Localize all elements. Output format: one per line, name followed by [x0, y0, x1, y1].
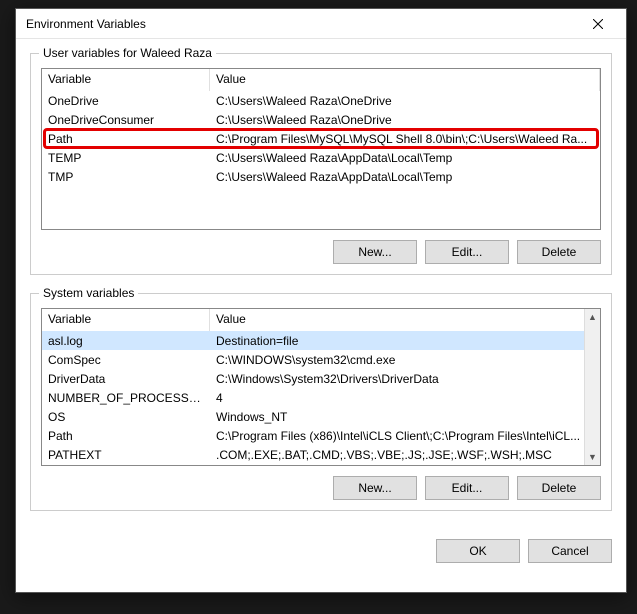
- close-icon: [593, 19, 603, 29]
- ok-button[interactable]: OK: [436, 539, 520, 563]
- user-variables-legend: User variables for Waleed Raza: [39, 46, 216, 60]
- cell-value: Destination=file: [210, 334, 600, 348]
- cell-value: C:\Program Files (x86)\Intel\iCLS Client…: [210, 429, 600, 443]
- scroll-down-icon[interactable]: ▼: [585, 449, 600, 465]
- header-value[interactable]: Value: [210, 69, 600, 91]
- cell-value: Windows_NT: [210, 410, 600, 424]
- cell-variable: OS: [42, 410, 210, 424]
- cell-variable: ComSpec: [42, 353, 210, 367]
- cell-value: C:\Users\Waleed Raza\OneDrive: [210, 94, 600, 108]
- cell-variable: OneDriveConsumer: [42, 113, 210, 127]
- scroll-up-icon[interactable]: ▲: [585, 309, 600, 325]
- header-variable[interactable]: Variable: [42, 69, 210, 91]
- user-variables-group: User variables for Waleed Raza Variable …: [30, 53, 612, 275]
- system-variables-group: System variables Variable Value asl.logD…: [30, 293, 612, 511]
- cell-variable: TMP: [42, 170, 210, 184]
- system-rows: asl.logDestination=fileComSpecC:\WINDOWS…: [42, 331, 600, 464]
- close-button[interactable]: [578, 10, 618, 38]
- cell-variable: Path: [42, 429, 210, 443]
- cell-value: C:\WINDOWS\system32\cmd.exe: [210, 353, 600, 367]
- system-variables-list[interactable]: Variable Value asl.logDestination=fileCo…: [41, 308, 601, 466]
- system-edit-button[interactable]: Edit...: [425, 476, 509, 500]
- cell-value: C:\Users\Waleed Raza\AppData\Local\Temp: [210, 170, 600, 184]
- table-row[interactable]: ComSpecC:\WINDOWS\system32\cmd.exe: [42, 350, 600, 369]
- titlebar[interactable]: Environment Variables: [16, 9, 626, 39]
- environment-variables-dialog: Environment Variables User variables for…: [15, 8, 627, 593]
- cell-value: C:\Users\Waleed Raza\AppData\Local\Temp: [210, 151, 600, 165]
- cell-value: 4: [210, 391, 600, 405]
- cancel-button[interactable]: Cancel: [528, 539, 612, 563]
- table-row[interactable]: TMPC:\Users\Waleed Raza\AppData\Local\Te…: [42, 167, 600, 186]
- user-buttons-row: New... Edit... Delete: [41, 240, 601, 264]
- user-variables-list[interactable]: Variable Value OneDriveC:\Users\Waleed R…: [41, 68, 601, 230]
- dialog-title: Environment Variables: [26, 17, 146, 31]
- table-row[interactable]: DriverDataC:\Windows\System32\Drivers\Dr…: [42, 369, 600, 388]
- cell-variable: Path: [42, 132, 210, 146]
- cell-value: C:\Windows\System32\Drivers\DriverData: [210, 372, 600, 386]
- table-row[interactable]: TEMPC:\Users\Waleed Raza\AppData\Local\T…: [42, 148, 600, 167]
- header-variable[interactable]: Variable: [42, 309, 210, 331]
- vertical-scrollbar[interactable]: ▲ ▼: [584, 309, 600, 465]
- cell-value: .COM;.EXE;.BAT;.CMD;.VBS;.VBE;.JS;.JSE;.…: [210, 448, 600, 462]
- table-row[interactable]: asl.logDestination=file: [42, 331, 600, 350]
- table-row[interactable]: OneDriveConsumerC:\Users\Waleed Raza\One…: [42, 110, 600, 129]
- list-header: Variable Value: [42, 69, 600, 91]
- user-delete-button[interactable]: Delete: [517, 240, 601, 264]
- system-buttons-row: New... Edit... Delete: [41, 476, 601, 500]
- header-value[interactable]: Value: [210, 309, 600, 331]
- system-variables-legend: System variables: [39, 286, 138, 300]
- table-row[interactable]: OneDriveC:\Users\Waleed Raza\OneDrive: [42, 91, 600, 110]
- table-row[interactable]: PathC:\Program Files (x86)\Intel\iCLS Cl…: [42, 426, 600, 445]
- user-rows: OneDriveC:\Users\Waleed Raza\OneDriveOne…: [42, 91, 600, 186]
- cell-variable: TEMP: [42, 151, 210, 165]
- user-edit-button[interactable]: Edit...: [425, 240, 509, 264]
- table-row[interactable]: NUMBER_OF_PROCESSORS4: [42, 388, 600, 407]
- dialog-body: User variables for Waleed Raza Variable …: [16, 39, 626, 539]
- dialog-footer: OK Cancel: [16, 539, 626, 575]
- cell-value: C:\Users\Waleed Raza\OneDrive: [210, 113, 600, 127]
- table-row[interactable]: OSWindows_NT: [42, 407, 600, 426]
- cell-variable: NUMBER_OF_PROCESSORS: [42, 391, 210, 405]
- cell-variable: PATHEXT: [42, 448, 210, 462]
- table-row[interactable]: PathC:\Program Files\MySQL\MySQL Shell 8…: [42, 129, 600, 148]
- cell-value: C:\Program Files\MySQL\MySQL Shell 8.0\b…: [210, 132, 600, 146]
- user-new-button[interactable]: New...: [333, 240, 417, 264]
- table-row[interactable]: PATHEXT.COM;.EXE;.BAT;.CMD;.VBS;.VBE;.JS…: [42, 445, 600, 464]
- system-delete-button[interactable]: Delete: [517, 476, 601, 500]
- system-new-button[interactable]: New...: [333, 476, 417, 500]
- list-header: Variable Value: [42, 309, 600, 331]
- cell-variable: OneDrive: [42, 94, 210, 108]
- cell-variable: asl.log: [42, 334, 210, 348]
- cell-variable: DriverData: [42, 372, 210, 386]
